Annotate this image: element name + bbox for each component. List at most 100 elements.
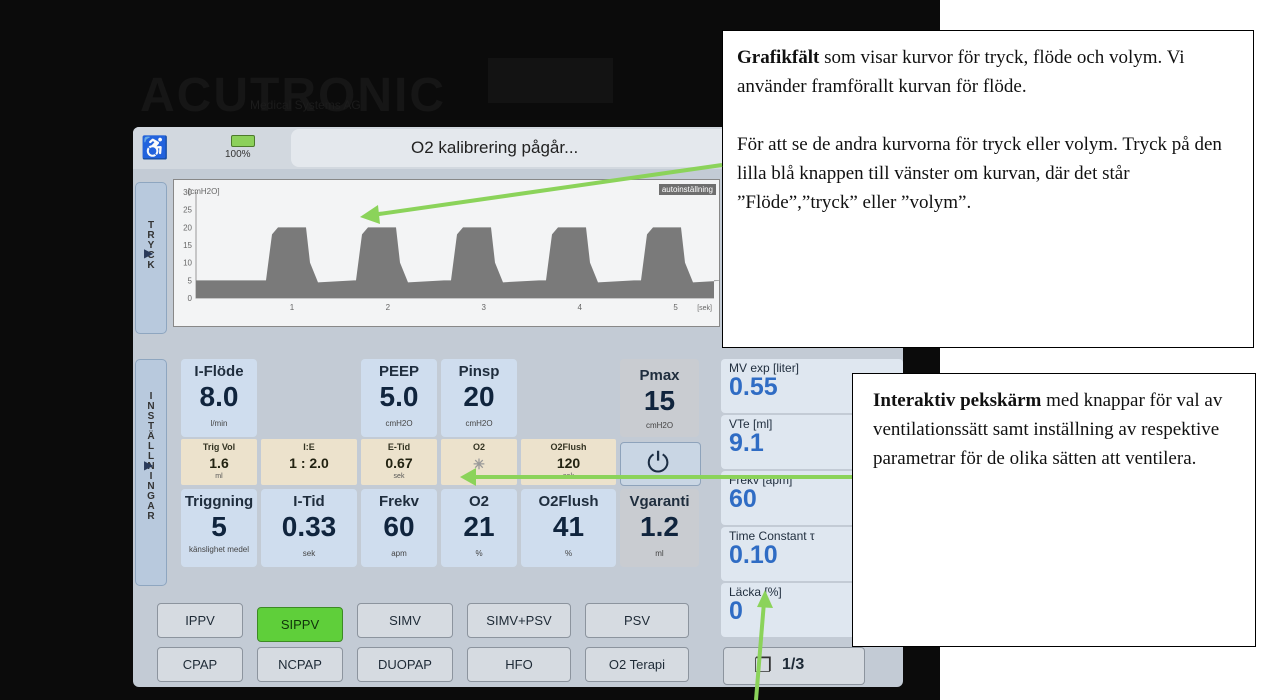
setting-title: I-Tid [293, 493, 325, 510]
monitor-value: 9.1 [729, 429, 764, 457]
setting-title: Frekv [378, 493, 420, 510]
tab-letter: K [147, 260, 155, 271]
setting-title: O2 [472, 442, 485, 452]
patient-icon[interactable]: ♿ [141, 135, 168, 161]
setting-value: 5 [211, 511, 227, 542]
mode-button-duopap[interactable]: DUOPAP [357, 647, 453, 682]
x-tick-label: 3 [482, 303, 487, 312]
pressure-curve [196, 227, 719, 298]
monitor-value: 60 [729, 485, 757, 513]
setting-unit: sek [563, 473, 574, 480]
setting-value: 8.0 [199, 381, 239, 412]
setting-unit: cmH2O [385, 419, 413, 428]
mode-button-simv-psv[interactable]: SIMV+PSV [467, 603, 571, 638]
callout-graph-field: Grafikfält som visar kurvor för tryck, f… [722, 30, 1254, 348]
tab-graph-select[interactable]: TRYCK ▶ [135, 182, 167, 334]
mode-button-psv[interactable]: PSV [585, 603, 689, 638]
setting-title: Pinsp [458, 363, 500, 380]
setting-title: O2Flush [550, 442, 587, 452]
y-tick-label: 30 [183, 188, 192, 197]
mode-button-simv[interactable]: SIMV [357, 603, 453, 638]
settings-tab-label: INSTÄLLNINGAR [136, 392, 166, 522]
setting-value: 15 [643, 385, 676, 416]
setting-title: I:E [303, 442, 315, 452]
setting-peep[interactable]: PEEP 5.0 cmH2O [361, 359, 437, 437]
mode-button-ncpap[interactable]: NCPAP [257, 647, 343, 682]
mode-button-hfo[interactable]: HFO [467, 647, 571, 682]
setting-value: 20 [463, 381, 495, 412]
setting-title: Trig Vol [202, 442, 236, 452]
setting-title: Vgaranti [629, 493, 690, 510]
setting-i-flode[interactable]: I-Flöde 8.0 l/min [181, 359, 257, 437]
setting-unit: cmH2O [645, 421, 674, 430]
callout-graph-text2: För att se de andra kurvorna för tryck e… [737, 134, 1222, 213]
setting-unit: % [475, 549, 483, 558]
loading-spinner-icon: ✳ [473, 456, 485, 472]
y-tick-label: 25 [183, 206, 192, 215]
standby-button[interactable]: ⏻ [620, 442, 701, 486]
y-tick-label: 15 [183, 241, 192, 250]
chevron-right-icon: ▶ [144, 246, 154, 260]
setting-value: 0.33 [281, 511, 337, 542]
setting-i-tid[interactable]: I-Tid 0.33 sek [261, 489, 357, 567]
callout-graph-title: Grafikfält [737, 47, 820, 68]
graph-unit: [cmH2O] [188, 187, 220, 196]
setting-triggning[interactable]: Triggning 5 känslighet medel [181, 489, 257, 567]
setting-unit: känslighet medel [188, 545, 250, 554]
setting-pinsp[interactable]: Pinsp 20 cmH2O [441, 359, 517, 437]
setting-title: O2Flush [538, 493, 599, 510]
setting-value: 60 [383, 511, 415, 542]
setting-o2[interactable]: O2 21 % [441, 489, 517, 567]
battery-level: 100% [225, 149, 251, 160]
mode-button-ippv[interactable]: IPPV [157, 603, 243, 638]
auto-setting-badge[interactable]: autoinställning [658, 184, 716, 195]
y-tick-label: 20 [183, 223, 192, 232]
setting-ie-ratio[interactable]: I:E 1 : 2.0 [261, 439, 357, 485]
page-indicator: 1/3 [782, 656, 805, 673]
monitor-value: 0.10 [729, 541, 778, 569]
setting-unit: ml [655, 549, 664, 558]
setting-value: 0.67 [385, 455, 413, 471]
setting-pmax[interactable]: Pmax 15 cmH2O [620, 359, 699, 437]
setting-value: 120 [556, 455, 581, 471]
monitor-value: 0 [729, 597, 743, 625]
setting-unit: l/min [210, 419, 228, 428]
setting-unit: sek [302, 549, 316, 558]
setting-unit: sek [393, 473, 405, 480]
tab-letter: R [147, 511, 155, 522]
setting-value: 5.0 [379, 381, 419, 412]
x-tick-label: 2 [386, 303, 391, 312]
setting-frekv[interactable]: Frekv 60 apm [361, 489, 437, 567]
mode-button-cpap[interactable]: CPAP [157, 647, 243, 682]
setting-unit: apm [391, 549, 407, 558]
setting-value: 1.2 [640, 511, 679, 542]
tab-settings[interactable]: INSTÄLLNINGAR ▶ [135, 359, 167, 586]
page-switch-button[interactable]: ❐ 1/3 [723, 647, 865, 685]
y-tick-label: 0 [188, 294, 193, 303]
setting-title: PEEP [378, 363, 420, 380]
x-tick-label: 4 [577, 303, 582, 312]
pressure-graph: [cmH2O] 30 25 20 15 10 5 0 1 2 3 4 5 [sek] autoinstä… [173, 179, 720, 327]
callout-touch-title: Interaktiv pekskärm [873, 390, 1042, 411]
y-tick-label: 5 [188, 276, 193, 285]
setting-vgaranti[interactable]: Vgaranti 1.2 ml [620, 489, 699, 567]
x-unit-label: [sek] [697, 305, 712, 312]
setting-o2-flush[interactable]: O2Flush 41 % [521, 489, 616, 567]
mode-button-sippv[interactable]: SIPPV [257, 607, 343, 642]
setting-value: 21 [463, 511, 495, 542]
setting-title: O2 [468, 493, 489, 510]
x-tick-label: 1 [290, 303, 295, 312]
setting-title: Pmax [639, 367, 680, 384]
setting-o2-flush-time[interactable]: O2Flush 120 sek [521, 439, 616, 485]
setting-value: 1.6 [209, 455, 229, 471]
setting-o2-calibrating[interactable]: O2 ✳ [441, 439, 517, 485]
setting-title: I-Flöde [194, 363, 244, 380]
setting-title: Triggning [184, 493, 254, 510]
setting-unit: % [564, 549, 573, 558]
setting-e-tid[interactable]: E-Tid 0.67 sek [361, 439, 437, 485]
mode-button-o2-terapi[interactable]: O2 Terapi [585, 647, 689, 682]
setting-trig-vol[interactable]: Trig Vol 1.6 ml [181, 439, 257, 485]
status-message: O2 kalibrering pågår... [411, 138, 579, 157]
pages-icon: ❐ [754, 655, 772, 677]
setting-value: 1 : 2.0 [289, 455, 329, 471]
